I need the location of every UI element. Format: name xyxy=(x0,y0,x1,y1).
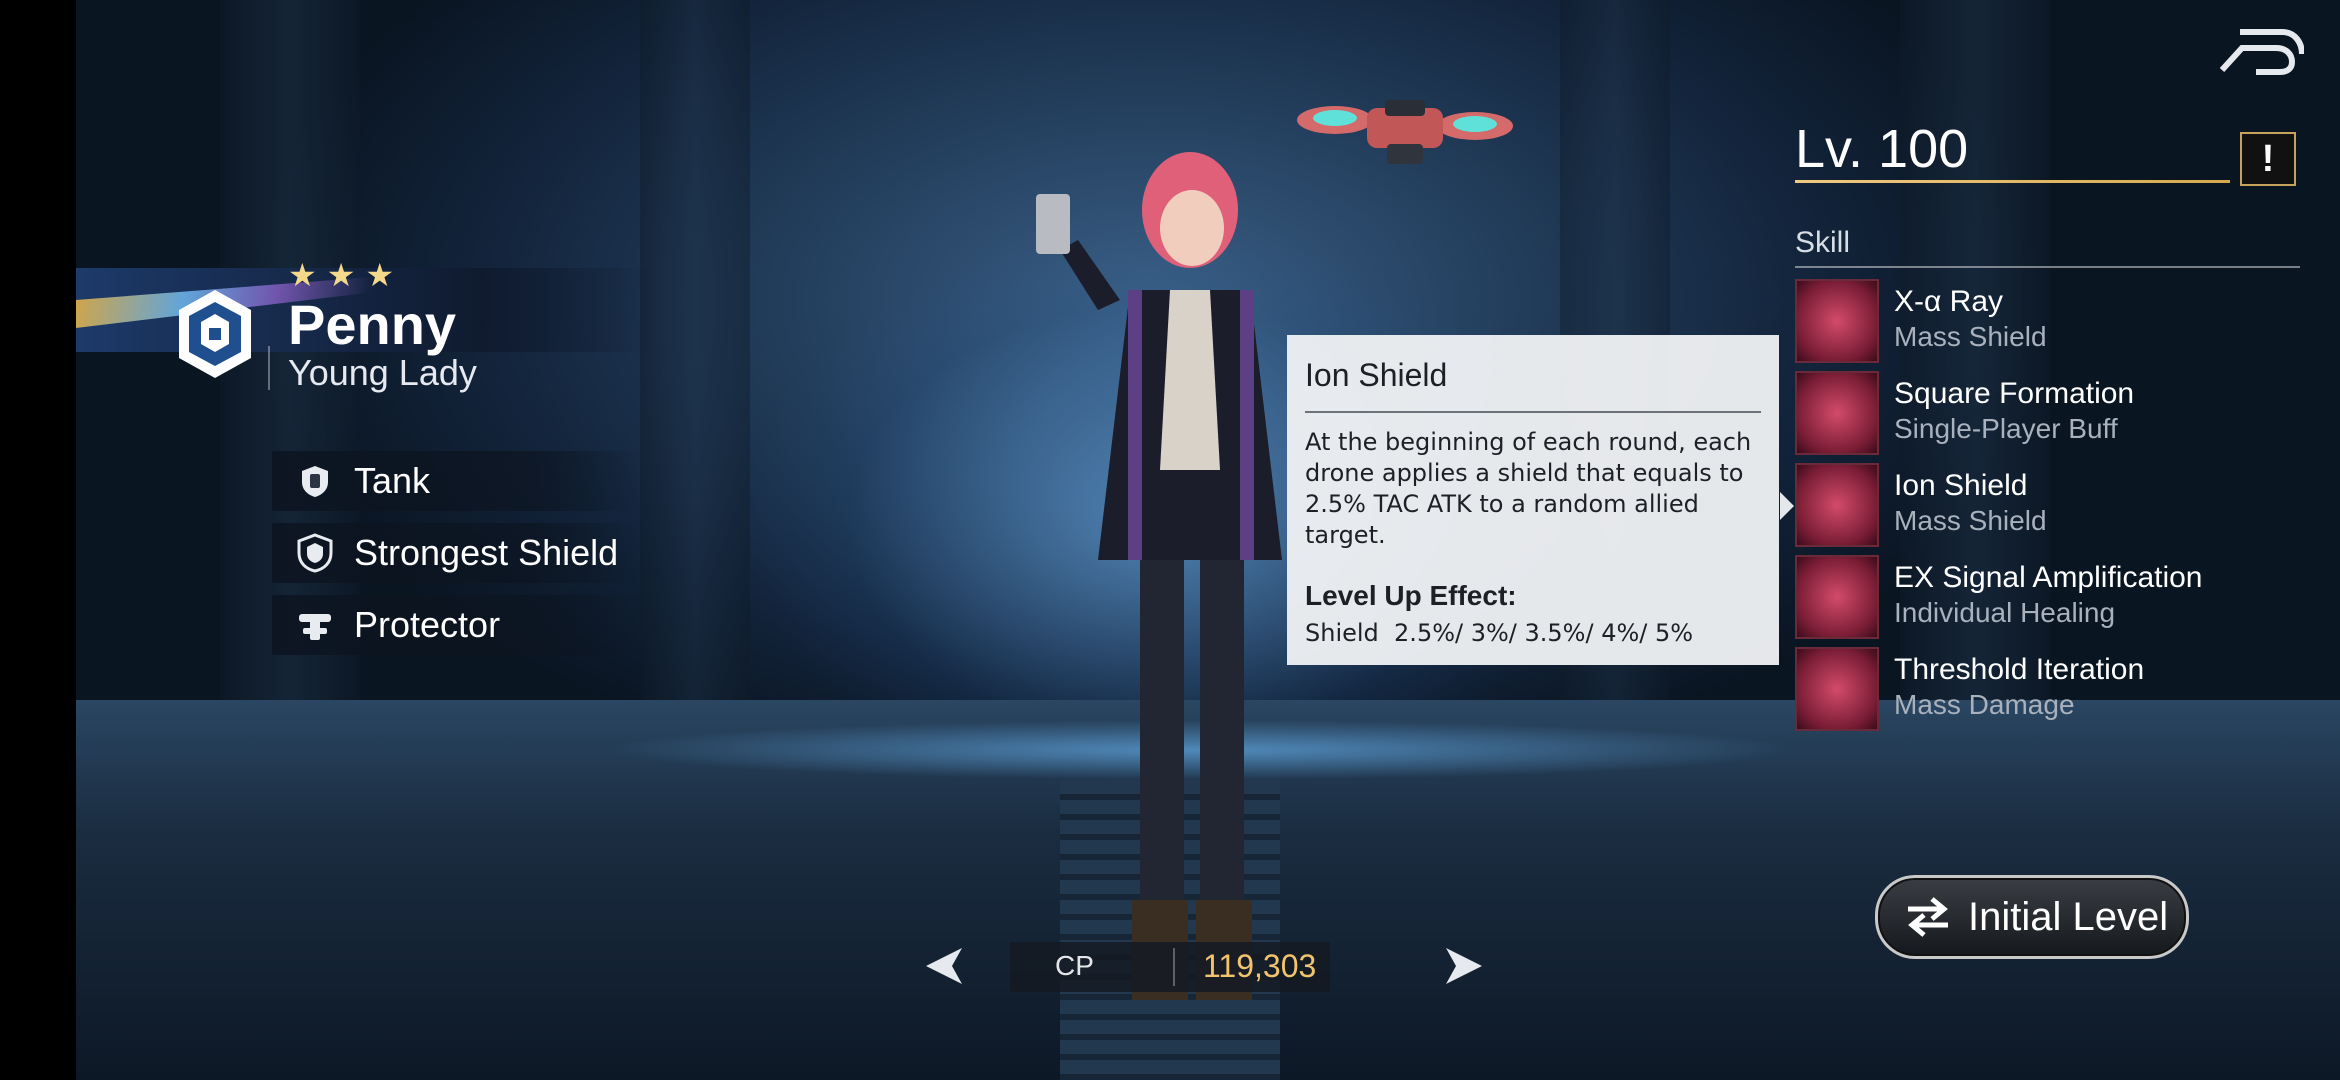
ion-shield-skill-icon xyxy=(1795,463,1879,547)
star-icon: ★ xyxy=(288,257,317,293)
hero-level: Lv. 100 xyxy=(1795,119,1969,179)
cp-divider xyxy=(1173,948,1175,986)
square-formation-skill-icon xyxy=(1795,371,1879,455)
ex-signal-amplification-skill-icon xyxy=(1795,555,1879,639)
initial-level-button[interactable]: Initial Level xyxy=(1875,875,2189,959)
info-button[interactable]: ! xyxy=(2240,132,2296,186)
trait-label: Protector xyxy=(354,604,501,645)
skill-type: Individual Healing xyxy=(1894,597,2116,628)
skill-name: Square Formation xyxy=(1894,377,2135,410)
trait-label: Strongest Shield xyxy=(354,532,619,573)
trait-strongest-shield: Strongest Shield xyxy=(272,523,642,583)
tooltip-title: Ion Shield xyxy=(1305,357,1448,393)
hero-class-emblem-icon xyxy=(179,290,251,378)
skill-item-ex-signal-amplification[interactable]: EX Signal Amplification Individual Heali… xyxy=(1795,555,2300,639)
star-icon: ★ xyxy=(365,257,395,293)
x-alpha-ray-skill-icon xyxy=(1795,279,1879,363)
skill-name: X-α Ray xyxy=(1894,285,2004,318)
skill-tooltip: Ion Shield At the beginning of each roun… xyxy=(1287,335,1779,665)
swap-arrows-icon xyxy=(1900,889,1956,945)
skill-type: Single-Player Buff xyxy=(1894,413,2118,444)
tank-shield-icon xyxy=(294,460,336,502)
hero-title: Young Lady xyxy=(288,352,477,393)
protector-icon xyxy=(294,604,336,646)
skill-item-x-alpha-ray[interactable]: X-α Ray Mass Shield xyxy=(1795,279,2300,363)
tooltip-description: At the beginning of each round, each dro… xyxy=(1305,428,1752,549)
tooltip-pointer xyxy=(1780,492,1794,520)
skill-type: Mass Damage xyxy=(1894,689,2075,720)
tooltip-divider xyxy=(1305,411,1761,413)
tooltip-level-up-heading: Level Up Effect: xyxy=(1305,580,1517,611)
skill-item-ion-shield[interactable]: Ion Shield Mass Shield xyxy=(1795,463,2300,547)
next-hero-arrow-icon[interactable] xyxy=(1438,944,1486,988)
initial-level-label: Initial Level xyxy=(1968,894,2169,939)
skill-header-divider xyxy=(1795,266,2300,268)
screen-left-edge xyxy=(0,0,76,1080)
previous-hero-arrow-icon[interactable] xyxy=(922,944,970,988)
threshold-iteration-skill-icon xyxy=(1795,647,1879,731)
trait-protector: Protector xyxy=(272,595,642,655)
skill-type: Mass Shield xyxy=(1894,321,2047,352)
background-pillar-mid-left xyxy=(640,0,750,720)
skill-section-header: Skill xyxy=(1795,226,1851,259)
trait-label: Tank xyxy=(354,460,431,501)
cp-label: CP xyxy=(1055,950,1094,981)
skill-name: Threshold Iteration xyxy=(1894,653,2145,686)
skill-item-square-formation[interactable]: Square Formation Single-Player Buff xyxy=(1795,371,2300,455)
skill-name: EX Signal Amplification xyxy=(1894,561,2203,594)
trait-tank: Tank xyxy=(272,451,642,511)
tooltip-level-up-effect: Shield 2.5%/ 3%/ 3.5%/ 4%/ 5% xyxy=(1305,619,1694,647)
star-icon: ★ xyxy=(326,257,356,293)
star-rating: ★ ★ ★ xyxy=(288,256,394,294)
level-underline xyxy=(1795,180,2230,183)
cp-value: 119,303 xyxy=(1203,948,1317,984)
shield-badge-icon xyxy=(294,532,336,574)
back-icon[interactable] xyxy=(2216,24,2304,78)
skill-type: Mass Shield xyxy=(1894,505,2047,536)
skill-name: Ion Shield xyxy=(1894,469,2028,502)
hero-name: Penny xyxy=(288,293,457,356)
skill-item-threshold-iteration[interactable]: Threshold Iteration Mass Damage xyxy=(1795,647,2300,731)
title-divider xyxy=(268,346,270,390)
